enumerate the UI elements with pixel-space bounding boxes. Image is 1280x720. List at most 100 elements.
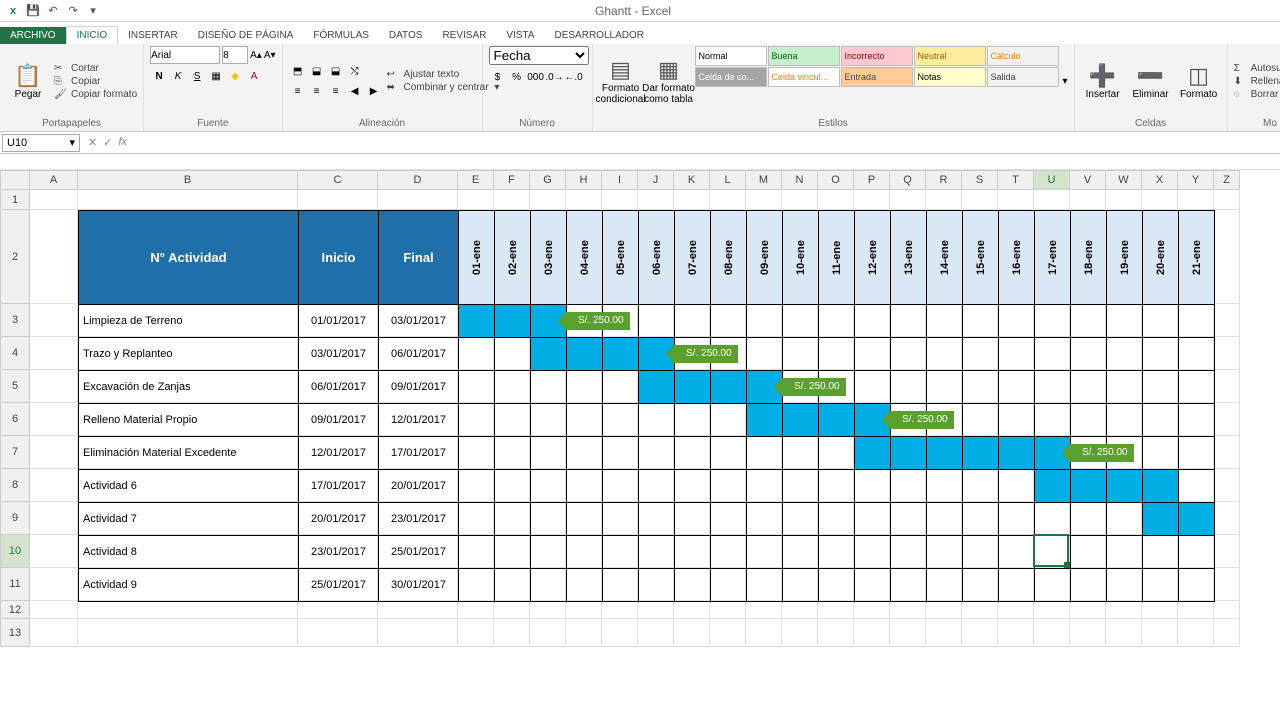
row-header[interactable]: 4: [0, 337, 30, 370]
cell[interactable]: [494, 601, 530, 619]
cell[interactable]: [710, 619, 746, 647]
cell[interactable]: [30, 436, 78, 469]
align-left-icon[interactable]: ≡: [289, 82, 307, 100]
col-header[interactable]: Z: [1214, 170, 1240, 190]
align-right-icon[interactable]: ≡: [327, 82, 345, 100]
cell[interactable]: [710, 190, 746, 210]
cell[interactable]: [854, 601, 890, 619]
format-painter-button[interactable]: 🖌Copiar formato: [54, 89, 137, 100]
cell[interactable]: [818, 190, 854, 210]
fill-button[interactable]: ⬇Rellenar ▾: [1234, 76, 1280, 87]
row-header[interactable]: 10: [0, 535, 30, 568]
cell[interactable]: [1070, 190, 1106, 210]
style-cell[interactable]: Entrada: [841, 67, 913, 87]
cell[interactable]: [1214, 601, 1240, 619]
cell[interactable]: [1142, 619, 1178, 647]
cell[interactable]: [1178, 601, 1214, 619]
cell[interactable]: [530, 190, 566, 210]
inc-decimal-icon[interactable]: .0→: [546, 68, 564, 86]
cell[interactable]: [78, 619, 298, 647]
cell[interactable]: [458, 601, 494, 619]
row-header[interactable]: 13: [0, 619, 30, 647]
cell[interactable]: [854, 190, 890, 210]
col-header[interactable]: Y: [1178, 170, 1214, 190]
cell[interactable]: [926, 619, 962, 647]
comma-icon[interactable]: 000: [527, 68, 545, 86]
col-header[interactable]: J: [638, 170, 674, 190]
tab-data[interactable]: DATOS: [379, 27, 433, 44]
col-header[interactable]: I: [602, 170, 638, 190]
cell[interactable]: [962, 601, 998, 619]
col-header[interactable]: F: [494, 170, 530, 190]
cell[interactable]: [1214, 469, 1240, 502]
format-cells-button[interactable]: ◫Formato: [1177, 46, 1221, 116]
col-header[interactable]: C: [298, 170, 378, 190]
indent-inc-icon[interactable]: ▶: [365, 82, 383, 100]
cell[interactable]: [530, 619, 566, 647]
row-header[interactable]: 9: [0, 502, 30, 535]
cell[interactable]: [378, 601, 458, 619]
cell[interactable]: [1214, 370, 1240, 403]
style-cell[interactable]: Celda de co...: [695, 67, 767, 87]
col-header[interactable]: L: [710, 170, 746, 190]
cell[interactable]: [998, 601, 1034, 619]
font-size-input[interactable]: [222, 46, 248, 64]
col-header[interactable]: U: [1034, 170, 1070, 190]
col-header[interactable]: H: [566, 170, 602, 190]
tab-home[interactable]: INICIO: [66, 26, 119, 44]
cell[interactable]: [926, 190, 962, 210]
cell[interactable]: [458, 190, 494, 210]
tab-layout[interactable]: DISEÑO DE PÁGINA: [188, 27, 304, 44]
cell[interactable]: [746, 619, 782, 647]
shrink-font-icon[interactable]: A▾: [264, 50, 276, 61]
cell[interactable]: [602, 190, 638, 210]
cell[interactable]: [1106, 190, 1142, 210]
fill-color-button[interactable]: ◆: [226, 67, 244, 85]
qat-dropdown-icon[interactable]: ▾: [84, 2, 102, 20]
number-format-select[interactable]: Fecha: [489, 46, 589, 65]
col-header[interactable]: X: [1142, 170, 1178, 190]
cell[interactable]: [782, 190, 818, 210]
paste-button[interactable]: 📋 Pegar: [6, 46, 50, 116]
cell[interactable]: [566, 601, 602, 619]
col-header[interactable]: P: [854, 170, 890, 190]
formula-input[interactable]: [133, 134, 1280, 152]
cell[interactable]: [854, 619, 890, 647]
cell[interactable]: [298, 190, 378, 210]
style-cell[interactable]: Buena: [768, 46, 840, 66]
cell[interactable]: [494, 190, 530, 210]
copy-button[interactable]: ⎘Copiar: [54, 76, 137, 87]
font-color-button[interactable]: A: [245, 67, 263, 85]
percent-icon[interactable]: %: [508, 68, 526, 86]
cell[interactable]: [30, 502, 78, 535]
cell[interactable]: [1178, 619, 1214, 647]
col-header[interactable]: A: [30, 170, 78, 190]
name-box[interactable]: U10▾: [2, 134, 80, 152]
cell[interactable]: [602, 619, 638, 647]
cell[interactable]: [638, 619, 674, 647]
cell[interactable]: [638, 601, 674, 619]
cell[interactable]: [1214, 190, 1240, 210]
col-header[interactable]: M: [746, 170, 782, 190]
cell[interactable]: [30, 190, 78, 210]
cell[interactable]: [1034, 619, 1070, 647]
enter-icon[interactable]: ✓: [103, 136, 112, 149]
col-header[interactable]: T: [998, 170, 1034, 190]
cell[interactable]: [530, 601, 566, 619]
tab-file[interactable]: ARCHIVO: [0, 27, 66, 44]
clear-button[interactable]: ◌Borrar ▾: [1234, 89, 1280, 100]
cell[interactable]: [30, 304, 78, 337]
align-middle-icon[interactable]: ⬓: [308, 62, 326, 80]
cell[interactable]: [1214, 568, 1240, 601]
row-header[interactable]: 3: [0, 304, 30, 337]
format-table-button[interactable]: ▦ Dar formato como tabla: [647, 46, 691, 116]
col-header[interactable]: B: [78, 170, 298, 190]
cell[interactable]: [1214, 403, 1240, 436]
cell[interactable]: [890, 190, 926, 210]
cell[interactable]: [1106, 619, 1142, 647]
cell[interactable]: [30, 210, 78, 304]
cell[interactable]: [30, 469, 78, 502]
col-header[interactable]: W: [1106, 170, 1142, 190]
cell[interactable]: [926, 601, 962, 619]
cell[interactable]: [998, 619, 1034, 647]
